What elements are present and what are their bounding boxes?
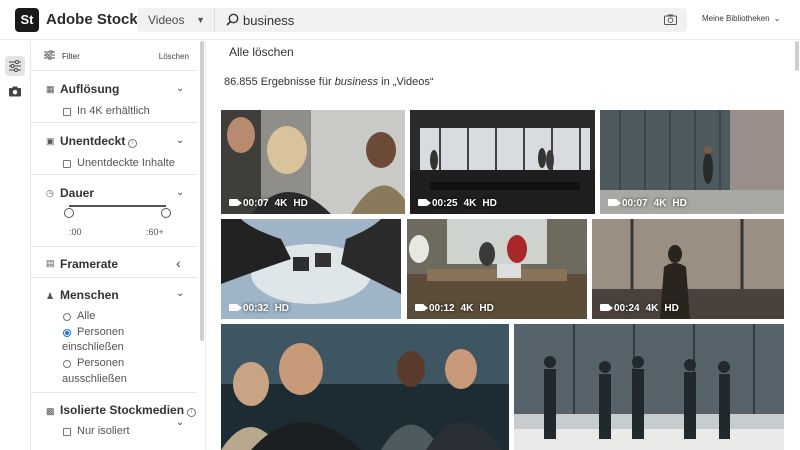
video-thumbnail[interactable]: 00:25 4K HD: [410, 110, 595, 214]
filter-title: Filter: [62, 52, 80, 61]
duration-max-label: :60+: [146, 227, 164, 237]
duration-slider-track[interactable]: [69, 205, 166, 207]
isolated-option-label: Nur isoliert: [77, 425, 130, 437]
people-icon: ♟: [46, 291, 55, 301]
chevron-down-icon[interactable]: ⌄: [176, 135, 184, 146]
chevron-down-icon[interactable]: ⌄: [176, 83, 184, 94]
results-count: 86.855 Ergebnisse für business in „Video…: [224, 76, 434, 88]
brand-name[interactable]: Adobe Stock: [46, 11, 138, 28]
chevron-down-icon[interactable]: ⌄: [176, 288, 184, 299]
people-all-label: Alle: [77, 310, 96, 322]
video-thumbnail[interactable]: 00:07 4K HD: [221, 110, 405, 214]
isolated-icon: ▩: [46, 406, 55, 416]
duration-min-handle[interactable]: [64, 208, 74, 218]
video-camera-icon: [229, 199, 242, 206]
camera-search-icon[interactable]: [664, 14, 677, 25]
video-thumbnail[interactable]: 00:07 4K HD: [600, 110, 784, 214]
search-icon[interactable]: [226, 13, 239, 26]
filter-header: Filter Löschen: [31, 41, 197, 71]
filter-sliders-icon: [9, 60, 21, 72]
undiscovered-title[interactable]: Unentdeckt i: [60, 134, 138, 148]
video-badge: 00:07 4K HD: [229, 198, 314, 209]
resolution-section: ▦ Auflösung ⌄ In 4K erhältlich: [31, 71, 197, 123]
content-type-value: Videos: [148, 13, 185, 27]
my-libraries-menu[interactable]: Meine Bibliotheken ⌄: [702, 14, 780, 23]
left-rail: [0, 41, 31, 450]
isolated-title-text: Isolierte Stockmedien: [60, 403, 185, 417]
video-camera-icon: [600, 304, 613, 311]
duration-max-handle[interactable]: [161, 208, 171, 218]
filter-scrollbar[interactable]: [200, 41, 204, 341]
video-badge: 00:12 4K HD: [415, 303, 500, 314]
framerate-title[interactable]: Framerate: [60, 257, 118, 271]
video-camera-icon: [608, 199, 621, 206]
chevron-down-icon[interactable]: ⌄: [176, 417, 184, 428]
clear-filters-link[interactable]: Löschen: [159, 52, 189, 61]
duration-title[interactable]: Dauer: [60, 186, 94, 200]
header: St Adobe Stock Videos ▼ Meine Bibliothek…: [0, 0, 800, 40]
results-keyword: business: [334, 76, 379, 88]
people-exclude-label-line2: ausschließen: [62, 373, 127, 385]
video-camera-icon: [229, 304, 242, 311]
team-meeting-scene-image: [221, 324, 509, 450]
clear-all-link[interactable]: Alle löschen: [229, 45, 294, 59]
video-camera-icon: [418, 199, 431, 206]
search-input[interactable]: [243, 8, 643, 32]
people-section: ♟ Menschen ⌄ Alle Personen einschließen …: [31, 278, 197, 393]
clock-icon: ◷: [46, 188, 54, 198]
people-include-radio[interactable]: [63, 329, 71, 337]
people-include-label-line2: einschließen: [62, 341, 124, 353]
video-thumbnail[interactable]: 00:12 4K HD: [407, 219, 587, 319]
duration-min-label: :00: [69, 227, 82, 237]
chevron-left-icon[interactable]: ‹: [176, 255, 181, 271]
info-icon[interactable]: i: [187, 408, 197, 417]
people-exclude-radio[interactable]: [63, 360, 71, 368]
framerate-section: ▤ Framerate ‹: [31, 247, 197, 278]
undiscovered-section: ▣ Unentdeckt i ⌄ Unentdeckte Inhalte: [31, 123, 197, 175]
people-include-label-line1: Personen: [77, 326, 125, 338]
my-libraries-label: Meine Bibliotheken: [702, 14, 770, 23]
filter-icon: [44, 50, 55, 60]
video-badge: 00:24 4K HD: [600, 303, 685, 314]
isolated-section: ▩ Isolierte Stockmedien i ⌄ Nur isoliert: [31, 393, 197, 450]
4k-option-label: In 4K erhältlich: [77, 105, 150, 117]
results-suffix: in „Videos“: [378, 76, 434, 88]
video-thumbnail[interactable]: [221, 324, 509, 450]
visual-search-button[interactable]: [5, 82, 25, 102]
video-thumbnail[interactable]: 00:32 HD: [221, 219, 401, 319]
isolated-title[interactable]: Isolierte Stockmedien i: [60, 403, 197, 417]
filter-panel-button[interactable]: [5, 56, 25, 76]
filter-sidebar: Filter Löschen ▦ Auflösung ⌄ In 4K erhäl…: [31, 41, 206, 450]
film-icon: ▤: [46, 258, 55, 268]
page-scrollbar[interactable]: [795, 41, 799, 71]
people-title[interactable]: Menschen: [60, 288, 119, 302]
4k-checkbox[interactable]: [63, 108, 71, 116]
undiscovered-icon: ▣: [46, 136, 55, 146]
video-badge: 00:07 4K HD: [608, 198, 693, 209]
info-icon[interactable]: i: [128, 139, 138, 148]
chevron-down-icon: ▼: [196, 15, 205, 25]
camera-icon: [9, 86, 21, 97]
undiscovered-option-label: Unentdeckte Inhalte: [77, 157, 175, 169]
adobe-stock-logo[interactable]: St: [15, 8, 39, 32]
results-prefix: 86.855 Ergebnisse für: [224, 76, 335, 88]
content-type-select[interactable]: Videos ▼: [137, 8, 215, 32]
grid-icon: ▦: [46, 84, 55, 94]
people-exclude-label-line1: Personen: [77, 357, 125, 369]
isolated-checkbox[interactable]: [63, 428, 71, 436]
video-badge: 00:25 4K HD: [418, 198, 503, 209]
undiscovered-title-text: Unentdeckt: [60, 134, 126, 148]
undiscovered-checkbox[interactable]: [63, 160, 71, 168]
duration-section: ◷ Dauer ⌄ :00 :60+: [31, 175, 197, 247]
people-all-radio[interactable]: [63, 313, 71, 321]
video-badge: 00:32 HD: [229, 303, 295, 314]
resolution-title[interactable]: Auflösung: [60, 82, 119, 96]
chevron-down-icon: ⌄: [773, 14, 781, 23]
video-thumbnail[interactable]: 00:24 4K HD: [592, 219, 784, 319]
business-people-walking-scene-image: [514, 324, 784, 450]
search-box: [215, 8, 687, 32]
video-camera-icon: [415, 304, 428, 311]
chevron-down-icon[interactable]: ⌄: [176, 187, 184, 198]
video-thumbnail[interactable]: [514, 324, 784, 450]
